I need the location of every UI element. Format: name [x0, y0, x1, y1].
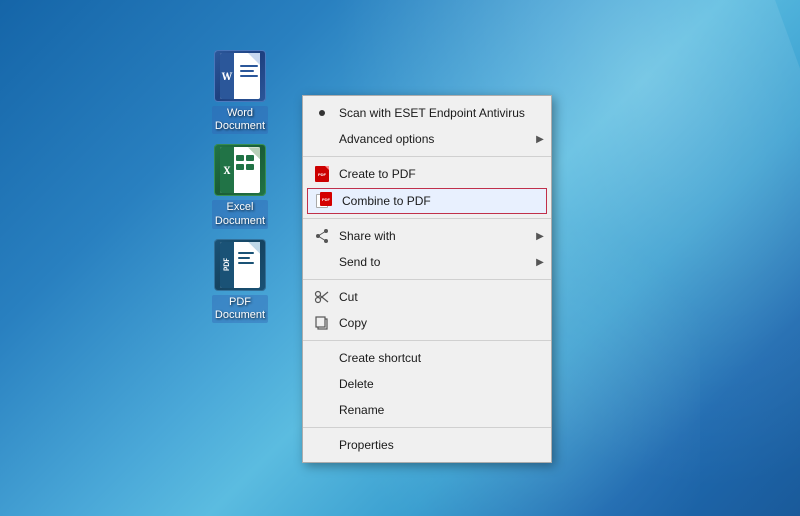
- pdf-corner: [325, 166, 329, 170]
- word-document-icon[interactable]: W Word Document: [200, 50, 280, 134]
- arrow-right-icon: ▶: [535, 134, 545, 144]
- pdf-document-icon[interactable]: PDF PDF Document: [200, 239, 280, 323]
- create-pdf-icon: PDF: [313, 165, 331, 183]
- excel-icon-label: Excel Document: [212, 200, 268, 228]
- excel-label-line2: Document: [215, 215, 265, 228]
- menu-item-scan-eset[interactable]: Scan with ESET Endpoint Antivirus: [303, 100, 551, 126]
- excel-stripe: X: [220, 147, 234, 193]
- pdf-icon-label: PDF Document: [212, 295, 268, 323]
- menu-item-send-to[interactable]: Send to ▶: [303, 249, 551, 275]
- menu-item-properties[interactable]: Properties: [303, 432, 551, 458]
- advanced-options-label: Advanced options: [339, 132, 535, 146]
- menu-item-copy[interactable]: Copy: [303, 310, 551, 336]
- send-to-label: Send to: [339, 255, 535, 269]
- doc-line: [240, 75, 258, 77]
- excel-row: [236, 164, 260, 170]
- excel-document-icon[interactable]: X Excel Document: [200, 144, 280, 228]
- cell: [236, 164, 244, 170]
- menu-item-combine-pdf[interactable]: PDF Combine to PDF: [307, 188, 547, 214]
- menu-item-rename[interactable]: Rename: [303, 397, 551, 423]
- radio-dot: [319, 110, 325, 116]
- separator-1: [303, 156, 551, 157]
- create-shortcut-label: Create shortcut: [339, 351, 545, 365]
- send-to-icon: [313, 253, 331, 271]
- pdf-stripe: PDF: [220, 242, 234, 288]
- pdf-text-mini: PDF: [318, 172, 326, 177]
- pdf-label-line2: Document: [215, 309, 265, 322]
- word-stripe: W: [220, 53, 234, 99]
- share-svg: [314, 228, 330, 244]
- pdf-doc-shape: PDF: [220, 242, 260, 288]
- separator-4: [303, 340, 551, 341]
- excel-row: [236, 155, 260, 161]
- pdf-icon-image: PDF: [214, 239, 266, 291]
- word-icon-image: W: [214, 50, 266, 102]
- create-pdf-label: Create to PDF: [339, 167, 545, 181]
- bullet-icon: [313, 104, 331, 122]
- excel-letter: X: [224, 164, 231, 177]
- scan-eset-label: Scan with ESET Endpoint Antivirus: [339, 106, 545, 120]
- menu-item-create-shortcut[interactable]: Create shortcut: [303, 345, 551, 371]
- menu-item-create-pdf[interactable]: PDF Create to PDF: [303, 161, 551, 187]
- pdf-line: [238, 262, 254, 264]
- pdf-line: [238, 252, 254, 254]
- excel-grid: [236, 155, 260, 170]
- create-shortcut-icon: [313, 349, 331, 367]
- doc-line: [240, 65, 258, 67]
- delete-label: Delete: [339, 377, 545, 391]
- copy-svg: [314, 315, 330, 331]
- desktop-icons: W Word Document X: [200, 50, 280, 323]
- pdf-lines: [238, 252, 260, 264]
- advanced-options-icon: [313, 130, 331, 148]
- excel-doc-shape: X: [220, 147, 260, 193]
- word-letter: W: [222, 70, 233, 83]
- properties-icon: [313, 436, 331, 454]
- excel-label-line1: Excel: [215, 201, 265, 214]
- properties-label: Properties: [339, 438, 545, 452]
- desktop: W Word Document X: [0, 0, 800, 516]
- copy-icon: [313, 314, 331, 332]
- separator-5: [303, 427, 551, 428]
- cell: [236, 155, 244, 161]
- rename-icon: [313, 401, 331, 419]
- cut-label: Cut: [339, 290, 545, 304]
- share-with-label: Share with: [339, 229, 535, 243]
- pdf-stripe-text: PDF: [222, 258, 232, 271]
- word-label-line2: Document: [215, 120, 265, 133]
- excel-icon-image: X: [214, 144, 266, 196]
- menu-item-advanced-options[interactable]: Advanced options ▶: [303, 126, 551, 152]
- menu-item-share-with[interactable]: Share with ▶: [303, 223, 551, 249]
- cell: [246, 155, 254, 161]
- word-doc-shape: W: [220, 53, 260, 99]
- scissors-svg: [314, 289, 330, 305]
- menu-item-delete[interactable]: Delete: [303, 371, 551, 397]
- combine-pdf-label-mini: PDF: [322, 197, 330, 202]
- combine-pdf-label: Combine to PDF: [342, 194, 540, 208]
- cut-icon: [313, 288, 331, 306]
- share-with-icon: [313, 227, 331, 245]
- separator-2: [303, 218, 551, 219]
- pdf-line: [238, 257, 250, 259]
- context-menu: Scan with ESET Endpoint Antivirus Advanc…: [302, 95, 552, 463]
- combine-pdf-icon: PDF: [316, 192, 334, 210]
- combine-front-doc: PDF: [320, 192, 332, 206]
- separator-3: [303, 279, 551, 280]
- pdf-label-line1: PDF: [215, 296, 265, 309]
- arrow-right-icon-3: ▶: [535, 257, 545, 267]
- doc-line: [240, 70, 254, 72]
- delete-icon: [313, 375, 331, 393]
- cell: [246, 164, 254, 170]
- word-doc-lines: [236, 61, 260, 81]
- combine-pdf-icon-inner: PDF: [316, 192, 334, 210]
- word-icon-label: Word Document: [212, 106, 268, 134]
- arrow-right-icon-2: ▶: [535, 231, 545, 241]
- rename-label: Rename: [339, 403, 545, 417]
- menu-item-cut[interactable]: Cut: [303, 284, 551, 310]
- word-label-line1: Word: [215, 107, 265, 120]
- copy-label: Copy: [339, 316, 545, 330]
